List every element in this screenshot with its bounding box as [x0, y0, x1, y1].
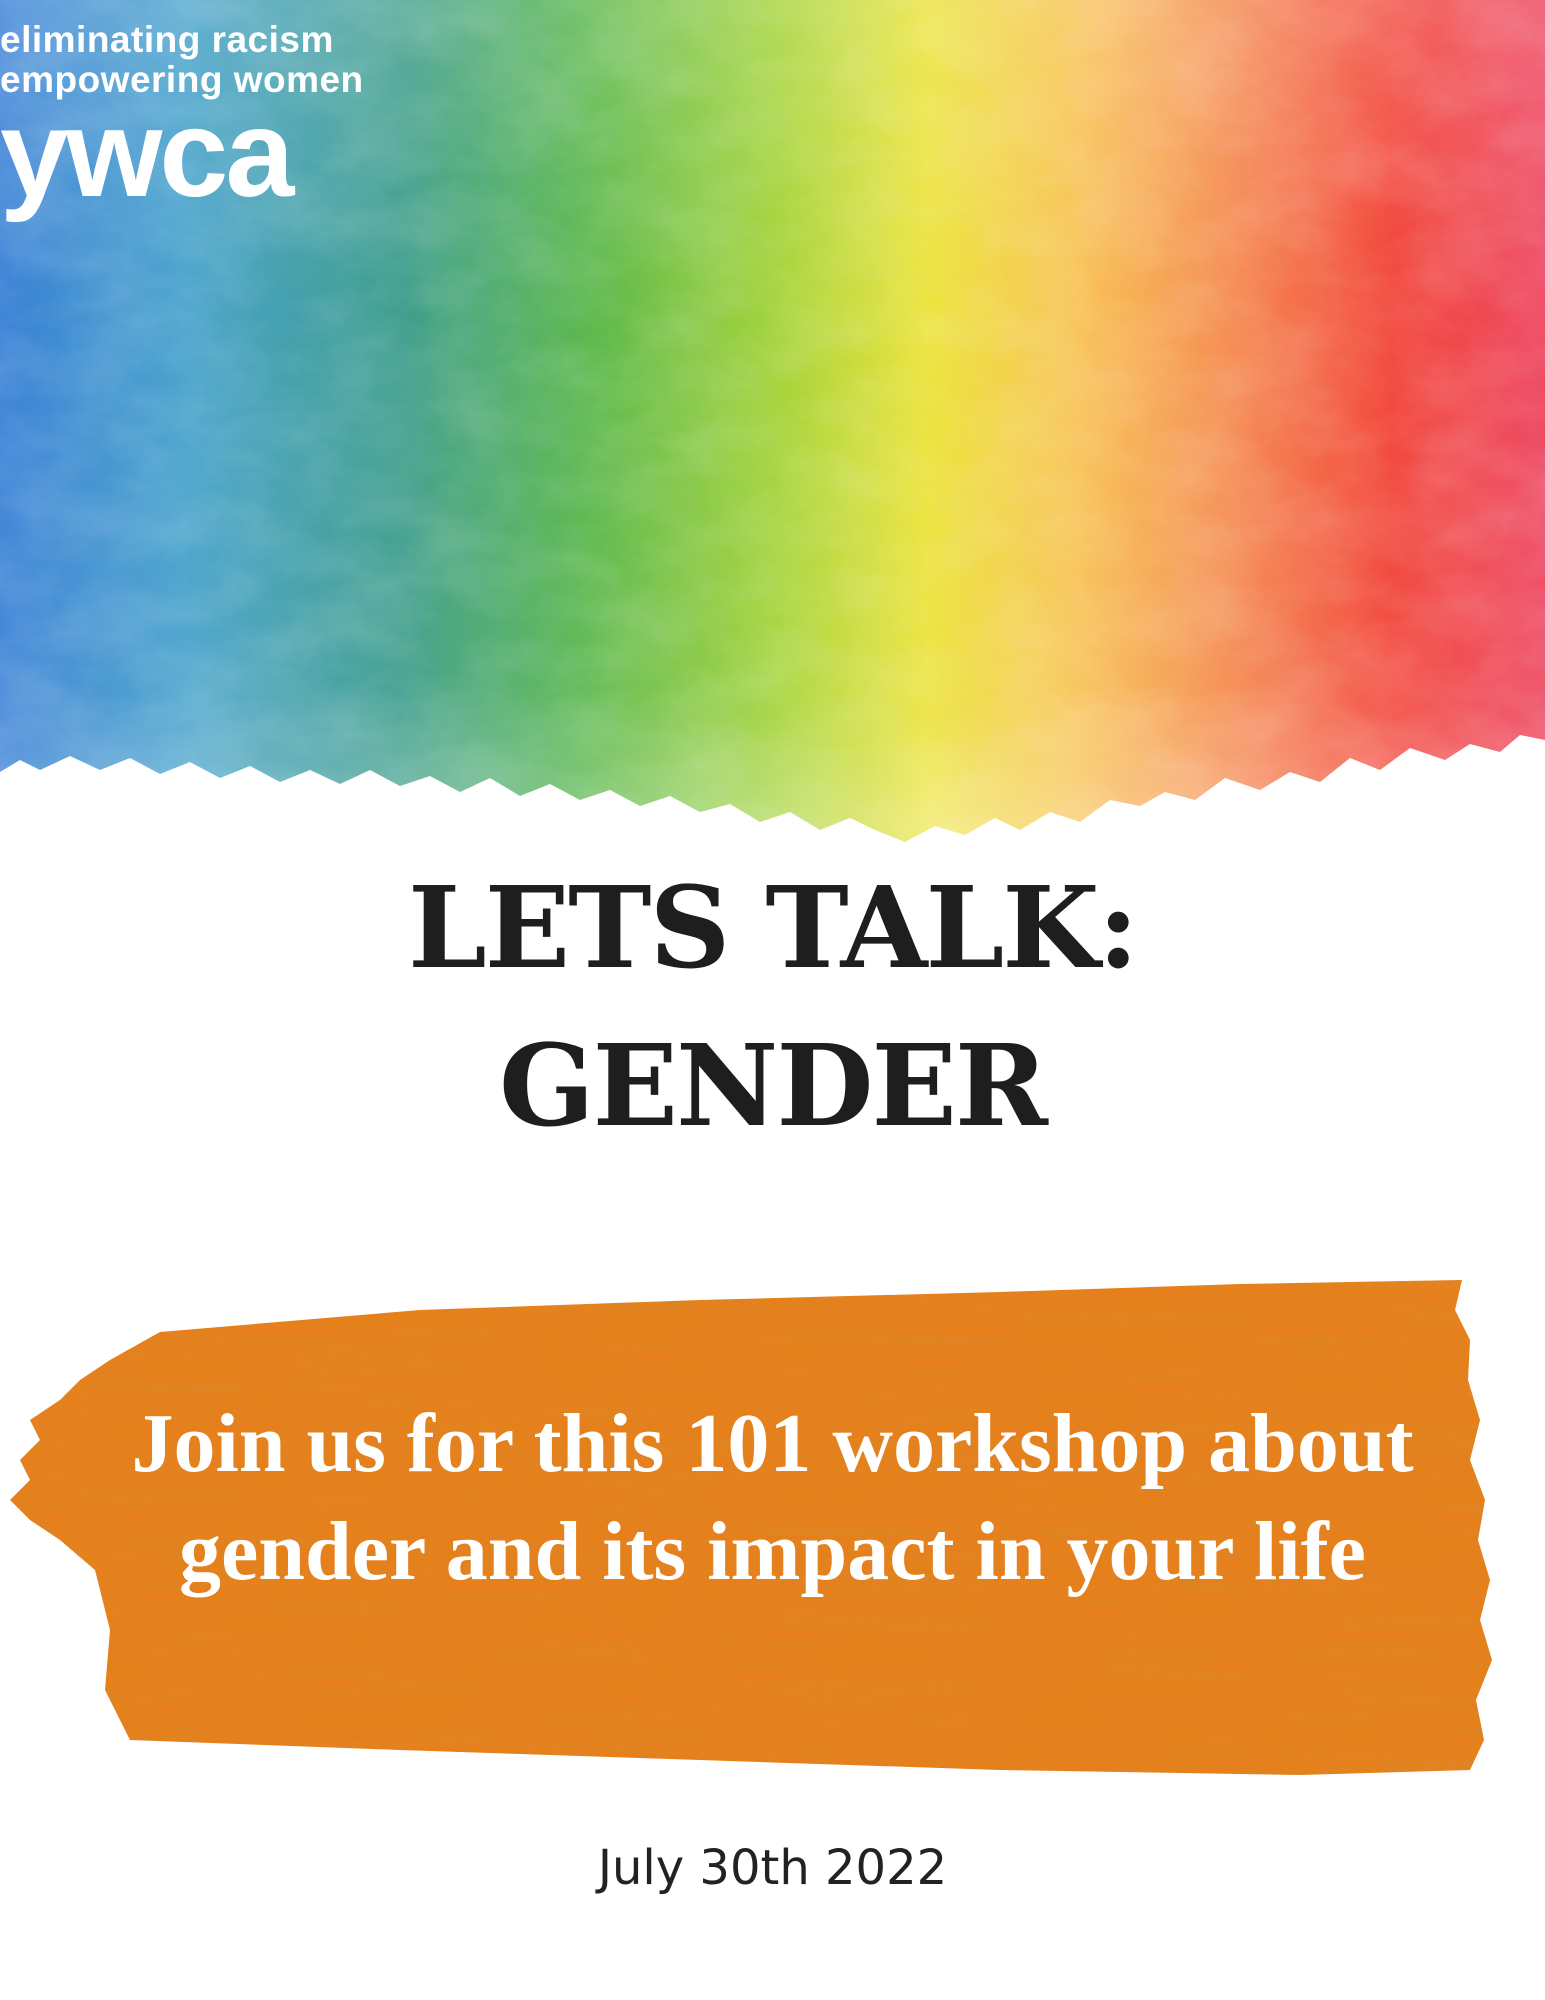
- event-title-line-1: LETS TALK:: [408, 863, 1139, 994]
- logo-wordmark: ywca: [0, 85, 294, 223]
- event-description-line-2: gender and its impact in your life: [179, 1505, 1366, 1598]
- ywca-logo: eliminating racism empowering women ywca: [0, 19, 364, 223]
- event-date: July 30th 2022: [597, 1840, 948, 1896]
- event-description: Join us for this 101 workshop about gend…: [0, 1390, 1545, 1606]
- logo-tagline-racism: eliminating racism: [0, 19, 334, 60]
- event-title: LETS TALK: GENDER: [0, 850, 1545, 1166]
- flyer-page: eliminating racism empowering women ywca…: [0, 0, 1545, 2000]
- event-description-line-1: Join us for this 101 workshop about: [131, 1397, 1414, 1490]
- event-title-line-2: GENDER: [499, 1021, 1048, 1152]
